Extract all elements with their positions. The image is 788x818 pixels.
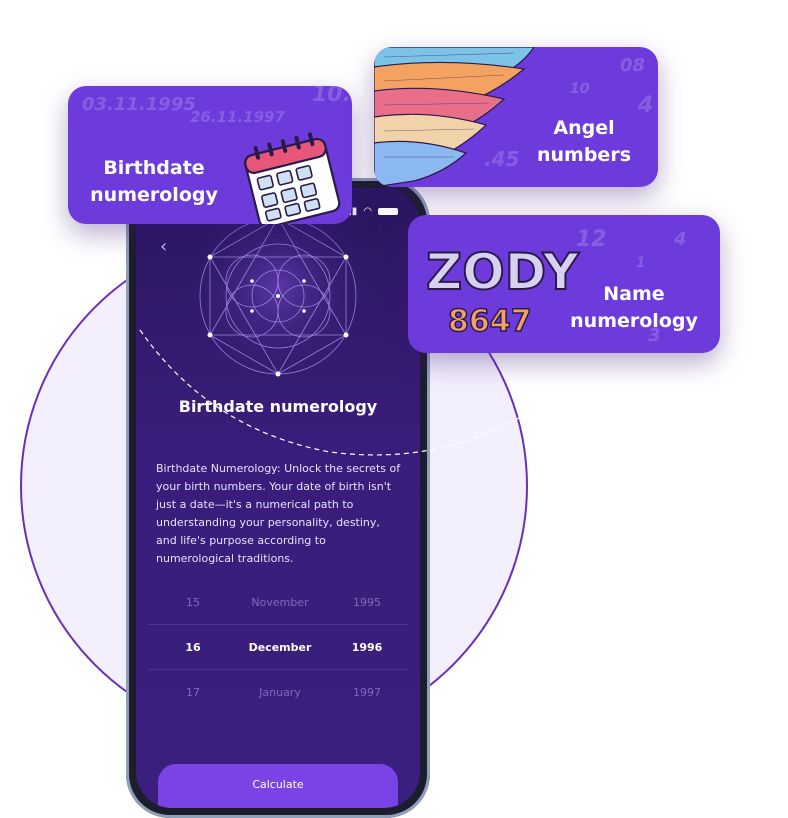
- calendar-icon: [244, 132, 341, 224]
- battery-icon: [378, 208, 398, 215]
- card-bg-text: 08: [620, 55, 646, 76]
- card-bg-text: 4: [674, 229, 687, 250]
- picker-day: 15: [186, 595, 200, 609]
- zody-logo-number: 8647: [448, 304, 532, 337]
- card-bg-text: 1: [636, 255, 646, 271]
- picker-day: 16: [185, 640, 201, 654]
- back-arrow-icon[interactable]: ‹: [160, 236, 167, 257]
- picker-month: January: [259, 685, 301, 699]
- picker-month: December: [248, 640, 312, 654]
- screen-title: Birthdate numerology: [178, 397, 378, 416]
- angel-numbers-card[interactable]: 08 10 4 .45 Angel numbers: [374, 47, 658, 187]
- screen-description: Birthdate Numerology: Unlock the secrets…: [156, 462, 401, 565]
- date-picker[interactable]: 15 November 1995 16 December 1996 17 Jan…: [148, 580, 408, 714]
- picker-year: 1996: [351, 640, 383, 654]
- calculate-button[interactable]: Calculate: [158, 764, 398, 808]
- card-bg-text: 10.: [312, 86, 351, 107]
- picker-year: 1997: [353, 685, 381, 699]
- picker-year: 1995: [353, 595, 381, 609]
- name-numerology-card[interactable]: 12 4 1 3 ZODY 8647 Name numerology: [408, 215, 720, 353]
- sacred-geometry-illustration: [188, 216, 368, 386]
- birthdate-numerology-card[interactable]: 03.11.1995 26.11.1997 10. Birthdate nume…: [68, 86, 352, 224]
- card-label: Name numerology: [570, 283, 698, 332]
- picker-day: 17: [186, 685, 200, 699]
- phone-screen: ▮▮▮ ◠ ‹: [136, 188, 420, 808]
- card-label: Birthdate numerology: [90, 157, 218, 206]
- picker-row[interactable]: 17 January 1997: [148, 670, 408, 714]
- picker-row-selected[interactable]: 16 December 1996: [148, 624, 408, 670]
- card-bg-text: 10: [570, 81, 590, 97]
- picker-month: November: [251, 595, 309, 609]
- picker-row[interactable]: 15 November 1995: [148, 580, 408, 624]
- zody-logo-text: ZODY: [426, 243, 580, 301]
- card-label: Angel numbers: [536, 117, 632, 166]
- card-bg-text: 03.11.1995: [82, 94, 196, 115]
- card-bg-text: 26.11.1997: [190, 108, 285, 126]
